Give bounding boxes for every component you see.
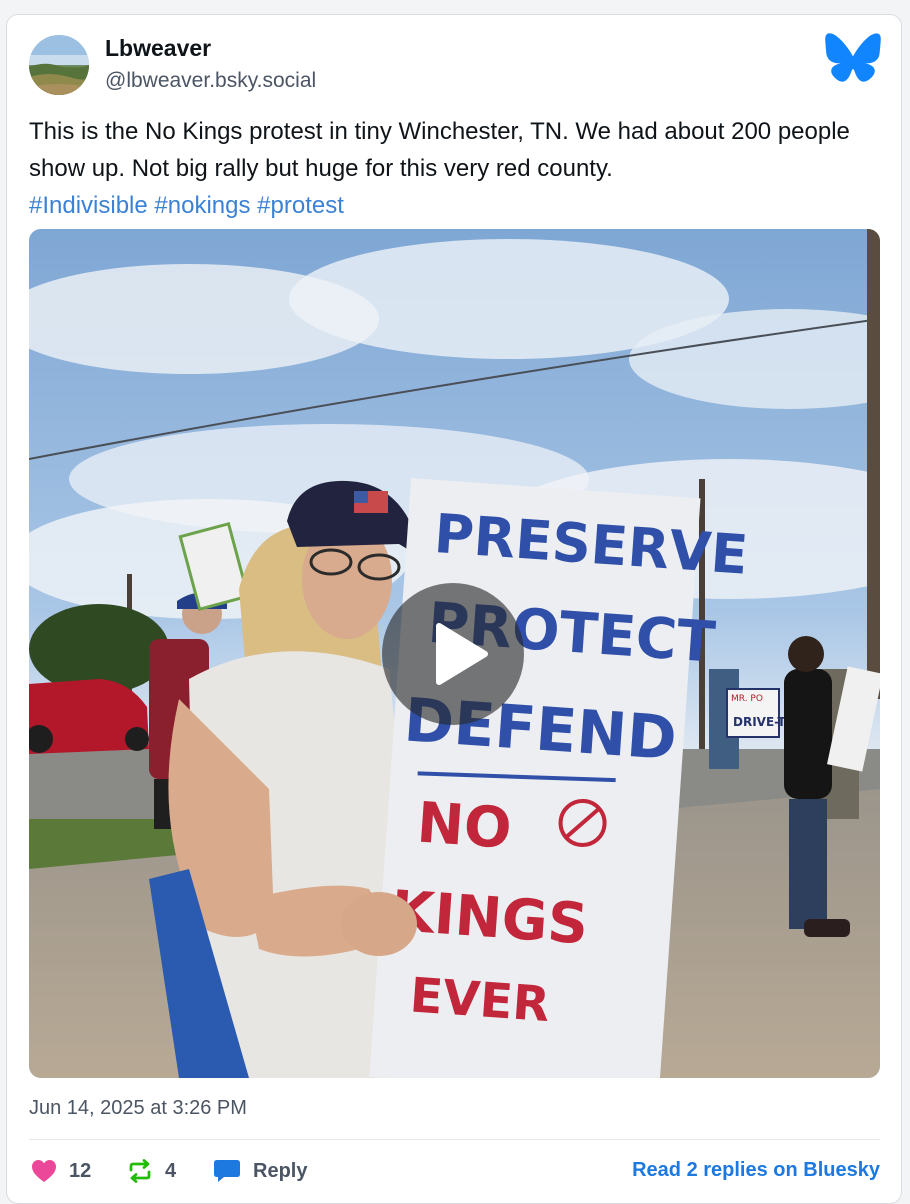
post-body: This is the No Kings protest in tiny Win… (29, 118, 850, 182)
post-card: Lbweaver @lbweaver.bsky.social This is t… (6, 14, 902, 1204)
reply-label: Reply (253, 1159, 308, 1182)
read-replies-link[interactable]: Read 2 replies on Bluesky (632, 1159, 880, 1182)
post-timestamp[interactable]: Jun 14, 2025 at 3:26 PM (29, 1097, 247, 1120)
small-sign-text: DRIVE-T (733, 715, 786, 729)
reply-bubble-icon (214, 1160, 240, 1182)
play-icon (436, 623, 488, 685)
display-name[interactable]: Lbweaver (105, 35, 211, 62)
hashtag-protest[interactable]: #protest (257, 192, 344, 219)
user-handle[interactable]: @lbweaver.bsky.social (105, 69, 316, 93)
play-button[interactable] (382, 583, 524, 725)
sign-line-4: NO (415, 791, 514, 862)
like-button[interactable]: 12 (31, 1155, 91, 1187)
post-text: This is the No Kings protest in tiny Win… (29, 113, 889, 224)
sign-line-5: KINGS (389, 879, 590, 958)
video-player[interactable]: MR. PO DRIVE-T RU (29, 229, 880, 1078)
hashtag-nokings[interactable]: #nokings (154, 192, 250, 219)
sign-line-6: EVER (408, 967, 551, 1033)
action-bar: 12 4 Reply Read 2 replies on Bluesky (29, 1155, 880, 1187)
reply-button[interactable]: Reply (213, 1155, 307, 1187)
repost-icon (129, 1159, 151, 1183)
repost-count: 4 (165, 1159, 177, 1182)
avatar[interactable] (29, 35, 89, 95)
like-count: 12 (69, 1159, 92, 1182)
small-sign-header: MR. PO (731, 694, 763, 704)
bluesky-butterfly-icon[interactable] (825, 33, 881, 83)
repost-button[interactable]: 4 (127, 1155, 176, 1187)
hashtag-indivisible[interactable]: #Indivisible (29, 192, 148, 219)
hashtag-row: #Indivisible #nokings #protest (29, 187, 889, 224)
divider (29, 1139, 880, 1140)
heart-icon (32, 1160, 56, 1182)
